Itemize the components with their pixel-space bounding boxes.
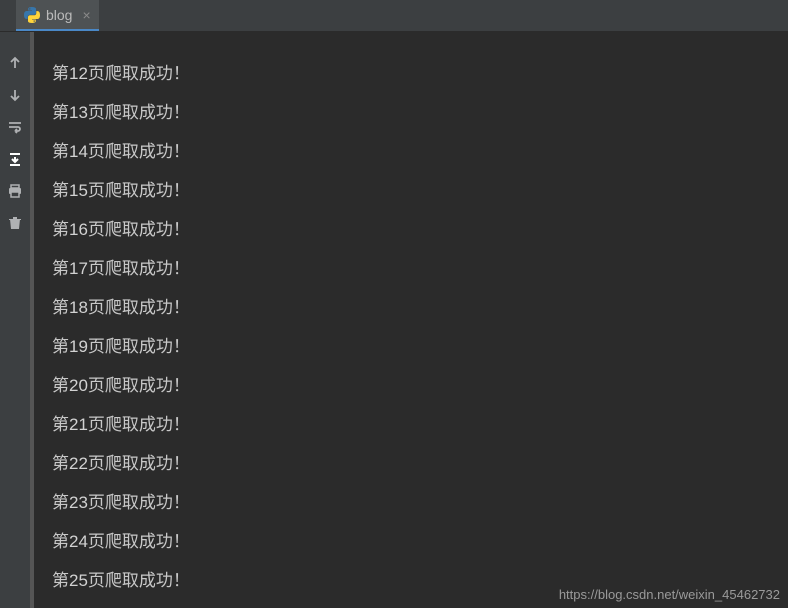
line-number: 20 [69, 376, 88, 395]
line-prefix: 第 [52, 220, 69, 239]
python-icon [24, 7, 40, 23]
line-suffix: 页爬取成功！ [88, 181, 190, 200]
output-line: 第22页爬取成功！ [52, 444, 788, 483]
arrow-down-icon[interactable] [6, 86, 24, 104]
line-suffix: 页爬取成功！ [88, 259, 190, 278]
close-icon[interactable]: × [82, 7, 90, 23]
line-suffix: 页爬取成功！ [88, 298, 190, 317]
line-suffix: 页爬取成功！ [88, 220, 190, 239]
line-number: 12 [69, 64, 88, 83]
line-prefix: 第 [52, 571, 69, 590]
tab-blog[interactable]: blog × [16, 0, 99, 31]
line-number: 19 [69, 337, 88, 356]
line-suffix: 页爬取成功！ [88, 103, 190, 122]
line-prefix: 第 [52, 532, 69, 551]
arrow-up-icon[interactable] [6, 54, 24, 72]
line-prefix: 第 [52, 181, 69, 200]
line-suffix: 页爬取成功！ [88, 376, 190, 395]
line-prefix: 第 [52, 454, 69, 473]
output-line: 第13页爬取成功！ [52, 93, 788, 132]
line-suffix: 页爬取成功！ [88, 532, 190, 551]
output-line: 第12页爬取成功！ [52, 54, 788, 93]
line-number: 22 [69, 454, 88, 473]
line-suffix: 页爬取成功！ [88, 64, 190, 83]
tab-bar: blog × [0, 0, 788, 32]
output-line: 第16页爬取成功！ [52, 210, 788, 249]
line-suffix: 页爬取成功！ [88, 142, 190, 161]
line-prefix: 第 [52, 103, 69, 122]
output-line: 第21页爬取成功！ [52, 405, 788, 444]
line-suffix: 页爬取成功！ [88, 493, 190, 512]
output-line: 第15页爬取成功！ [52, 171, 788, 210]
output-line: 第14页爬取成功！ [52, 132, 788, 171]
line-prefix: 第 [52, 376, 69, 395]
line-number: 24 [69, 532, 88, 551]
line-number: 13 [69, 103, 88, 122]
line-prefix: 第 [52, 64, 69, 83]
tab-label: blog [46, 7, 72, 23]
trash-icon[interactable] [6, 214, 24, 232]
line-prefix: 第 [52, 337, 69, 356]
line-number: 23 [69, 493, 88, 512]
line-prefix: 第 [52, 259, 69, 278]
line-prefix: 第 [52, 493, 69, 512]
line-number: 14 [69, 142, 88, 161]
line-number: 16 [69, 220, 88, 239]
line-suffix: 页爬取成功！ [88, 337, 190, 356]
line-suffix: 页爬取成功！ [88, 454, 190, 473]
line-suffix: 页爬取成功！ [88, 571, 190, 590]
output-line: 第18页爬取成功！ [52, 288, 788, 327]
main-area: 第12页爬取成功！第13页爬取成功！第14页爬取成功！第15页爬取成功！第16页… [0, 32, 788, 608]
line-number: 17 [69, 259, 88, 278]
output-line: 第20页爬取成功！ [52, 366, 788, 405]
line-number: 21 [69, 415, 88, 434]
line-prefix: 第 [52, 142, 69, 161]
scroll-to-end-icon[interactable] [6, 150, 24, 168]
output-line: 第17页爬取成功！ [52, 249, 788, 288]
line-number: 18 [69, 298, 88, 317]
line-prefix: 第 [52, 415, 69, 434]
line-number: 25 [69, 571, 88, 590]
output-line: 第19页爬取成功！ [52, 327, 788, 366]
wrap-icon[interactable] [6, 118, 24, 136]
output-line: 第24页爬取成功！ [52, 522, 788, 561]
toolbar-gutter [0, 32, 30, 608]
output-line: 第23页爬取成功！ [52, 483, 788, 522]
watermark: https://blog.csdn.net/weixin_45462732 [559, 587, 780, 602]
line-prefix: 第 [52, 298, 69, 317]
print-icon[interactable] [6, 182, 24, 200]
line-number: 15 [69, 181, 88, 200]
line-suffix: 页爬取成功！ [88, 415, 190, 434]
console-output[interactable]: 第12页爬取成功！第13页爬取成功！第14页爬取成功！第15页爬取成功！第16页… [34, 32, 788, 608]
